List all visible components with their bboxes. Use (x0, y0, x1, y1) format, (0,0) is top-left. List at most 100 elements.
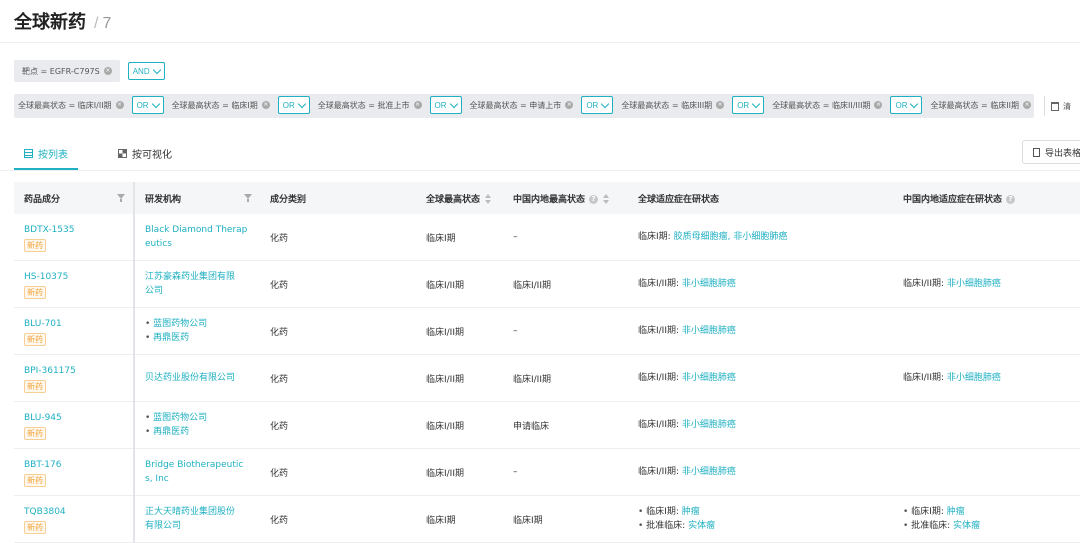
export-icon (1033, 147, 1040, 157)
table-row[interactable]: BLU-945新药蓝图药物公司再鼎医药化药临床I/II期申请临床临床I/II期:… (14, 401, 1080, 449)
remove-chip-icon[interactable]: × (1022, 101, 1031, 109)
tab-list-view[interactable]: 按列表 (14, 138, 78, 170)
indication-link[interactable]: 非小细胞肺癌 (947, 279, 1001, 289)
remove-chip-icon[interactable]: × (103, 67, 112, 75)
column-header-global-indication: 全球适应症在研状态 (628, 182, 893, 214)
export-table-button[interactable]: 导出表格 (1022, 140, 1080, 164)
filter-chip-status[interactable]: 全球最高状态 = 批准上市 × (314, 94, 426, 116)
filter-icon[interactable] (117, 194, 125, 202)
org-link[interactable]: 蓝图药物公司 (145, 411, 250, 425)
sort-icon[interactable] (485, 194, 492, 204)
filter-chip-status[interactable]: 全球最高状态 = 申请上市 × (466, 94, 578, 116)
filter-chip-status[interactable]: 全球最高状态 = 临床I期 × (168, 94, 274, 116)
drug-name-link[interactable]: BLU-945 (24, 411, 123, 425)
filter-row-status: 全球最高状态 = 临床I/II期 × OR 全球最高状态 = 临床I期 × OR 全球最高状… (14, 94, 1035, 116)
column-header-cn-status[interactable]: 中国内地最高状态? (503, 182, 628, 214)
cell-cn-indication: 临床I/II期: 非小细胞肺癌 (893, 260, 1080, 308)
logic-or-dropdown[interactable]: OR (429, 96, 462, 114)
cell-cn-indication: 临床I期: 肿瘤批准临床: 实体瘤 (893, 495, 1080, 543)
filter-chip-status[interactable]: 全球最高状态 = 临床I/II期 × (14, 94, 128, 116)
drug-name-link[interactable]: BLU-701 (24, 317, 123, 331)
indication-link[interactable]: 胶质母细胞瘤, (674, 232, 731, 242)
logic-or-dropdown[interactable]: OR (732, 96, 765, 114)
chevron-down-icon (297, 99, 306, 108)
drug-name-link[interactable]: BBT-176 (24, 458, 123, 472)
remove-chip-icon[interactable]: × (565, 101, 574, 109)
chevron-down-icon (449, 99, 458, 108)
org-link[interactable]: Bridge Biotherapeutic (145, 458, 250, 472)
logic-or-dropdown[interactable]: OR (581, 96, 614, 114)
org-link[interactable]: 贝达药业股份有限公司 (145, 371, 250, 385)
cell-cn-status: 申请临床 (503, 401, 628, 449)
indication-link[interactable]: 肿瘤 (682, 507, 700, 517)
org-link[interactable]: Black Diamond Therap (145, 223, 250, 237)
org-link[interactable]: 公司 (145, 284, 250, 298)
logic-or-dropdown[interactable]: OR (890, 96, 923, 114)
remove-chip-icon[interactable]: × (115, 101, 124, 109)
cell-cn-status: – (503, 214, 628, 261)
remove-chip-icon[interactable]: × (413, 101, 422, 109)
result-count: 7 (102, 15, 112, 32)
cell-global-indication: 临床I/II期: 非小细胞肺癌 (628, 354, 893, 402)
cell-global-indication: 临床I期: 胶质母细胞瘤, 非小细胞肺癌 (628, 214, 893, 261)
org-link[interactable]: 再鼎医药 (145, 425, 250, 439)
indication-link[interactable]: 非小细胞肺癌 (947, 373, 1001, 383)
remove-chip-icon[interactable]: × (716, 101, 725, 109)
indication-link[interactable]: 非小细胞肺癌 (682, 467, 736, 477)
cell-drug: BLU-945 新药 (14, 401, 135, 449)
drug-name-link[interactable]: HS-10375 (24, 270, 123, 284)
table-row[interactable]: BPI-361175 新药 贝达药业股份有限公司 化药 临床I/II期 临床I/II期 临床… (14, 354, 1080, 402)
drug-name-link[interactable]: BDTX-1535 (24, 223, 123, 237)
table-row[interactable]: BDTX-1535 新药 Black Diamond Therap eutics 化药临… (14, 214, 1080, 261)
filter-icon[interactable] (244, 194, 252, 202)
table-row[interactable]: HS-10375 新药 江苏豪森药业集团有限 公司 化药 临床I/II期 临床I/II期 临床… (14, 260, 1080, 308)
org-link[interactable]: 江苏豪森药业集团有限 (145, 270, 250, 284)
table-row[interactable]: BLU-701新药蓝图药物公司再鼎医药化药临床I/II期–临床I/II期: 非小… (14, 307, 1080, 355)
chevron-down-icon (751, 99, 761, 108)
indication-link[interactable]: 实体瘤 (688, 521, 715, 531)
indication-line: 临床I/II期: 非小细胞肺癌 (903, 371, 1080, 385)
filter-chip-status[interactable]: 全球最高状态 = 临床II期 × (926, 94, 1035, 116)
filter-chip-status[interactable]: 全球最高状态 = 临床II/III期 × (768, 94, 886, 116)
org-link[interactable]: eutics (145, 237, 250, 251)
indication-link[interactable]: 非小细胞肺癌 (682, 326, 736, 336)
tab-visual-view[interactable]: 按可视化 (108, 138, 182, 168)
indication-link[interactable]: 肿瘤 (947, 507, 965, 517)
indication-link[interactable]: 非小细胞肺癌 (682, 420, 736, 430)
indication-link[interactable]: 实体瘤 (953, 521, 980, 531)
drug-name-link[interactable]: BPI-361175 (24, 364, 123, 378)
indication-link[interactable]: 非小细胞肺癌 (733, 232, 787, 242)
cell-global-indication: 临床I期: 肿瘤批准临床: 实体瘤 (628, 495, 893, 543)
org-link[interactable]: 正大天晴药业集团股份 (145, 505, 250, 519)
drug-name-link[interactable]: TQB3804 (24, 505, 123, 519)
org-link[interactable]: 蓝图药物公司 (145, 317, 250, 331)
help-icon[interactable]: ? (589, 194, 599, 204)
clear-filters-button[interactable]: 清 (1044, 96, 1077, 116)
cell-global-status: 临床I/II期 (416, 448, 503, 496)
indication-stage: 批准临床: (911, 521, 951, 531)
indication-line: 临床I/II期: 非小细胞肺癌 (903, 277, 1080, 291)
header-divider (0, 42, 1080, 43)
cell-category: 化药 (260, 307, 416, 355)
indication-link[interactable]: 非小细胞肺癌 (682, 279, 736, 289)
logic-and-dropdown[interactable]: AND (127, 62, 165, 80)
help-icon[interactable]: ? (1006, 194, 1016, 204)
logic-or-dropdown[interactable]: OR (131, 96, 164, 114)
filter-chip-target[interactable]: 靶点 = EGFR-C797S × (14, 60, 120, 82)
indication-link[interactable]: 非小细胞肺癌 (682, 373, 736, 383)
org-link[interactable]: 有限公司 (145, 519, 250, 533)
table-row[interactable]: TQB3804新药正大天晴药业集团股份有限公司化药临床I期临床I期临床I期: 肿… (14, 495, 1080, 543)
column-header-global-status[interactable]: 全球最高状态 (416, 182, 503, 214)
page-header: 全球新药 / 7 (14, 8, 111, 36)
logic-or-dropdown[interactable]: OR (277, 96, 310, 114)
sort-icon[interactable] (603, 194, 610, 204)
column-header-org[interactable]: 研发机构 (134, 182, 260, 214)
remove-chip-icon[interactable]: × (874, 101, 883, 109)
org-link[interactable]: 再鼎医药 (145, 331, 250, 345)
table-row[interactable]: BBT-176 新药 Bridge Biotherapeutic s, Inc 化药 临床… (14, 448, 1080, 496)
remove-chip-icon[interactable]: × (261, 101, 270, 109)
org-link[interactable]: s, Inc (145, 472, 250, 486)
cell-org: Bridge Biotherapeutic s, Inc (134, 448, 260, 496)
column-header-drug[interactable]: 药品成分 (14, 182, 135, 214)
filter-chip-status[interactable]: 全球最高状态 = 临床III期 × (617, 94, 728, 116)
